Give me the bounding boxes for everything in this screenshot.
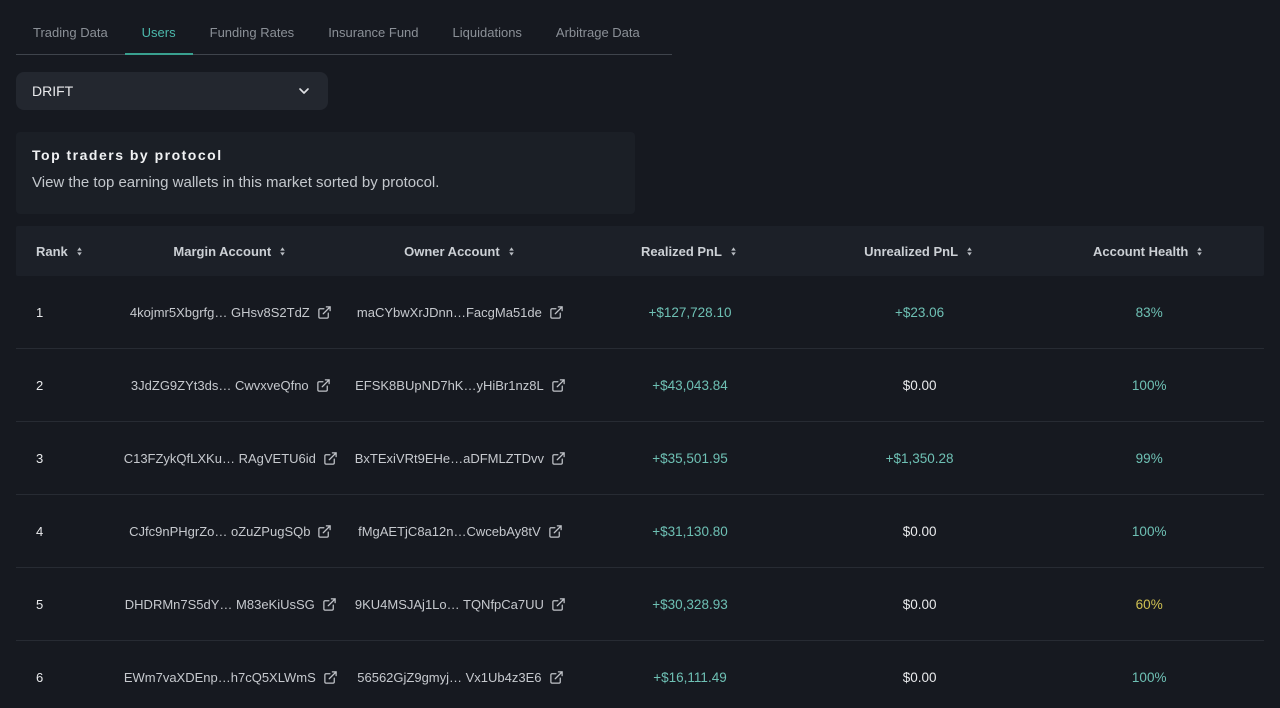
sort-icon: [506, 246, 517, 257]
account-health-cell: 60%: [1034, 597, 1264, 612]
unrealized-pnl-cell: $0.00: [805, 597, 1035, 612]
tab-bar: Trading Data Users Funding Rates Insuran…: [16, 18, 672, 55]
realized-pnl-cell: +$43,043.84: [575, 378, 805, 393]
chevron-down-icon: [296, 83, 312, 99]
margin-account-address: 4kojmr5Xbgrfg… GHsv8S2TdZ: [130, 305, 310, 320]
realized-pnl-cell: +$30,328.93: [575, 597, 805, 612]
header-margin-account[interactable]: Margin Account: [116, 244, 346, 259]
owner-account-address: EFSK8BUpND7hK…yHiBr1nz8L: [355, 378, 544, 393]
header-account-health[interactable]: Account Health: [1034, 244, 1264, 259]
header-realized-pnl-label: Realized PnL: [641, 244, 722, 259]
rank-cell: 2: [16, 378, 116, 393]
top-traders-card: Top traders by protocol View the top ear…: [16, 132, 635, 214]
tab-insurance-fund[interactable]: Insurance Fund: [311, 18, 435, 54]
header-unrealized-pnl-label: Unrealized PnL: [864, 244, 958, 259]
external-link-icon[interactable]: [549, 305, 564, 320]
tab-trading-data[interactable]: Trading Data: [16, 18, 125, 54]
top-traders-table: Rank Margin Account Owner Account Realiz…: [16, 226, 1264, 708]
margin-account-cell: C13FZykQfLXKu… RAgVETU6id: [116, 451, 346, 466]
realized-pnl-cell: +$16,111.49: [575, 670, 805, 685]
account-health-cell: 99%: [1034, 451, 1264, 466]
header-rank-label: Rank: [36, 244, 68, 259]
market-select-value: DRIFT: [32, 83, 73, 99]
owner-account-cell: BxTExiVRt9EHe…aDFMLZTDvv: [346, 451, 576, 466]
owner-account-address: maCYbwXrJDnn…FacgMa51de: [357, 305, 542, 320]
table-row: 6 EWm7vaXDEnp…h7cQ5XLWmS 56562GjZ9gmyj… …: [16, 641, 1264, 708]
margin-account-address: CJfc9nPHgrZo… oZuZPugSQb: [129, 524, 310, 539]
margin-account-cell: DHDRMn7S5dY… M83eKiUsSG: [116, 597, 346, 612]
header-account-health-label: Account Health: [1093, 244, 1188, 259]
realized-pnl-cell: +$127,728.10: [575, 305, 805, 320]
sort-icon: [1194, 246, 1205, 257]
margin-account-cell: 4kojmr5Xbgrfg… GHsv8S2TdZ: [116, 305, 346, 320]
account-health-cell: 100%: [1034, 378, 1264, 393]
margin-account-address: 3JdZG9ZYt3ds… CwvxveQfno: [131, 378, 309, 393]
table-row: 3 C13FZykQfLXKu… RAgVETU6id BxTExiVRt9EH…: [16, 422, 1264, 495]
external-link-icon[interactable]: [317, 305, 332, 320]
external-link-icon[interactable]: [551, 378, 566, 393]
margin-account-address: C13FZykQfLXKu… RAgVETU6id: [124, 451, 316, 466]
table-row: 2 3JdZG9ZYt3ds… CwvxveQfno EFSK8BUpND7hK…: [16, 349, 1264, 422]
unrealized-pnl-cell: $0.00: [805, 524, 1035, 539]
rank-cell: 6: [16, 670, 116, 685]
sort-icon: [74, 246, 85, 257]
external-link-icon[interactable]: [322, 597, 337, 612]
external-link-icon[interactable]: [549, 670, 564, 685]
external-link-icon[interactable]: [548, 524, 563, 539]
unrealized-pnl-cell: $0.00: [805, 670, 1035, 685]
rank-cell: 4: [16, 524, 116, 539]
header-unrealized-pnl[interactable]: Unrealized PnL: [805, 244, 1035, 259]
header-margin-account-label: Margin Account: [173, 244, 271, 259]
sort-icon: [277, 246, 288, 257]
table-row: 5 DHDRMn7S5dY… M83eKiUsSG 9KU4MSJAj1Lo… …: [16, 568, 1264, 641]
account-health-cell: 100%: [1034, 524, 1264, 539]
owner-account-cell: maCYbwXrJDnn…FacgMa51de: [346, 305, 576, 320]
external-link-icon[interactable]: [551, 451, 566, 466]
margin-account-address: EWm7vaXDEnp…h7cQ5XLWmS: [124, 670, 316, 685]
owner-account-address: fMgAETjC8a12n…CwcebAy8tV: [358, 524, 541, 539]
rank-cell: 5: [16, 597, 116, 612]
unrealized-pnl-cell: +$1,350.28: [805, 451, 1035, 466]
header-owner-account[interactable]: Owner Account: [346, 244, 576, 259]
table-row: 1 4kojmr5Xbgrfg… GHsv8S2TdZ maCYbwXrJDnn…: [16, 276, 1264, 349]
tab-funding-rates[interactable]: Funding Rates: [193, 18, 312, 54]
margin-account-address: DHDRMn7S5dY… M83eKiUsSG: [125, 597, 315, 612]
margin-account-cell: 3JdZG9ZYt3ds… CwvxveQfno: [116, 378, 346, 393]
tab-arbitrage-data[interactable]: Arbitrage Data: [539, 18, 657, 54]
account-health-cell: 83%: [1034, 305, 1264, 320]
header-rank[interactable]: Rank: [16, 244, 116, 259]
tab-liquidations[interactable]: Liquidations: [436, 18, 539, 54]
unrealized-pnl-cell: +$23.06: [805, 305, 1035, 320]
margin-account-cell: EWm7vaXDEnp…h7cQ5XLWmS: [116, 670, 346, 685]
owner-account-cell: 9KU4MSJAj1Lo… TQNfpCa7UU: [346, 597, 576, 612]
external-link-icon[interactable]: [323, 451, 338, 466]
owner-account-address: 56562GjZ9gmyj… Vx1Ub4z3E6: [357, 670, 541, 685]
external-link-icon[interactable]: [317, 524, 332, 539]
market-select[interactable]: DRIFT: [16, 72, 328, 110]
rank-cell: 3: [16, 451, 116, 466]
table-header-row: Rank Margin Account Owner Account Realiz…: [16, 226, 1264, 276]
margin-account-cell: CJfc9nPHgrZo… oZuZPugSQb: [116, 524, 346, 539]
card-title: Top traders by protocol: [32, 147, 619, 163]
owner-account-cell: fMgAETjC8a12n…CwcebAy8tV: [346, 524, 576, 539]
owner-account-address: 9KU4MSJAj1Lo… TQNfpCa7UU: [355, 597, 544, 612]
external-link-icon[interactable]: [316, 378, 331, 393]
tab-users[interactable]: Users: [125, 18, 193, 55]
owner-account-address: BxTExiVRt9EHe…aDFMLZTDvv: [355, 451, 544, 466]
rank-cell: 1: [16, 305, 116, 320]
owner-account-cell: 56562GjZ9gmyj… Vx1Ub4z3E6: [346, 670, 576, 685]
sort-icon: [964, 246, 975, 257]
header-realized-pnl[interactable]: Realized PnL: [575, 244, 805, 259]
external-link-icon[interactable]: [551, 597, 566, 612]
sort-icon: [728, 246, 739, 257]
owner-account-cell: EFSK8BUpND7hK…yHiBr1nz8L: [346, 378, 576, 393]
realized-pnl-cell: +$31,130.80: [575, 524, 805, 539]
unrealized-pnl-cell: $0.00: [805, 378, 1035, 393]
account-health-cell: 100%: [1034, 670, 1264, 685]
card-description: View the top earning wallets in this mar…: [32, 174, 619, 191]
external-link-icon[interactable]: [323, 670, 338, 685]
realized-pnl-cell: +$35,501.95: [575, 451, 805, 466]
header-owner-account-label: Owner Account: [404, 244, 500, 259]
table-row: 4 CJfc9nPHgrZo… oZuZPugSQb fMgAETjC8a12n…: [16, 495, 1264, 568]
